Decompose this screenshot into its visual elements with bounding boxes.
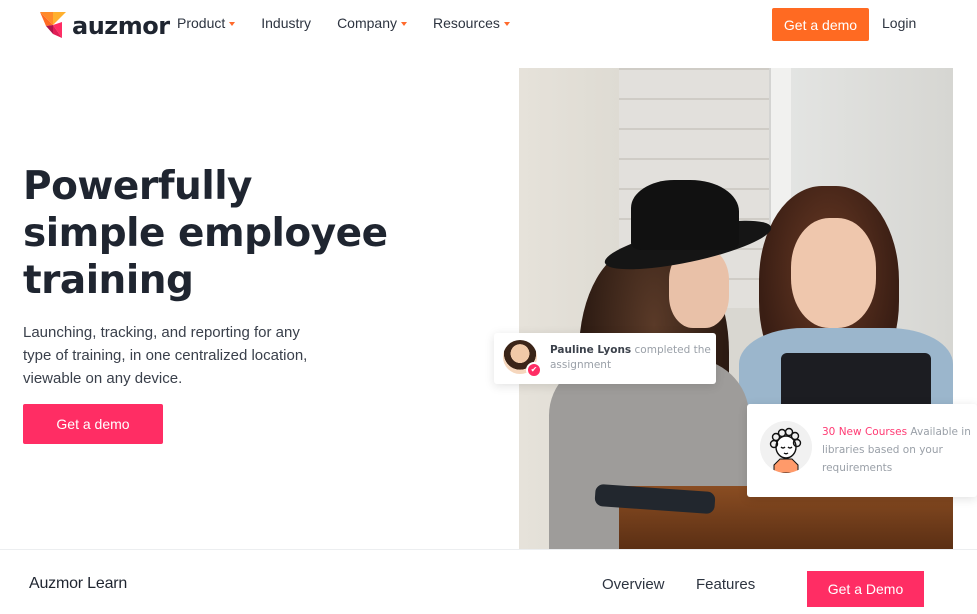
photo-person-face [791,218,876,328]
subnav-link-overview[interactable]: Overview [602,576,665,593]
nav-item-label: Company [337,15,397,31]
caret-down-icon [229,22,236,26]
activity-notification-card: ✔ Pauline Lyons completed the assignment [494,333,716,384]
check-icon: ✔ [526,362,542,378]
courses-notification-card: 30 New Courses Available in libraries ba… [747,404,977,497]
auzmor-logo-icon [40,12,66,38]
nav-item-resources[interactable]: Resources [433,15,510,31]
photo-hat [631,180,739,250]
hero-title-line: Powerfully [23,164,252,209]
main-nav: Product Industry Company Resources [177,15,536,31]
activity-text: Pauline Lyons completed the assignment [550,343,716,373]
nav-item-industry[interactable]: Industry [261,15,311,31]
page: auzmor Product Industry Company Resource… [0,0,977,614]
top-header: auzmor Product Industry Company Resource… [0,0,977,50]
header-get-demo-button[interactable]: Get a demo [772,8,869,41]
login-link[interactable]: Login [882,15,916,31]
subnav-get-demo-button[interactable]: Get a Demo [807,571,924,607]
nav-item-company[interactable]: Company [337,15,407,31]
product-title: Auzmor Learn [29,575,128,592]
logo-text: auzmor [72,12,170,40]
courses-highlight: 30 New Courses [822,426,908,438]
caret-down-icon [400,22,407,26]
nav-item-product[interactable]: Product [177,15,236,31]
courses-text: 30 New Courses Available in libraries ba… [822,423,972,477]
illustrated-avatar [760,421,812,473]
nav-item-label: Industry [261,15,312,31]
logo[interactable]: auzmor [40,11,170,40]
subnav-link-features[interactable]: Features [696,576,755,593]
curly-hair-person-icon [760,421,812,473]
hero-title-line: simple employee [23,211,388,256]
hero-title-line: training [23,258,194,303]
nav-item-label: Product [177,15,226,31]
activity-user-name: Pauline Lyons [550,344,632,356]
hero-get-demo-button[interactable]: Get a demo [23,404,163,444]
product-subnav: Auzmor Learn Overview Features Get a Dem… [0,549,977,614]
hero-subtitle: Launching, tracking, and reporting for a… [23,324,308,387]
caret-down-icon [503,22,510,26]
nav-item-label: Resources [432,15,500,31]
hero-title: Powerfully simple employee training [23,163,403,304]
